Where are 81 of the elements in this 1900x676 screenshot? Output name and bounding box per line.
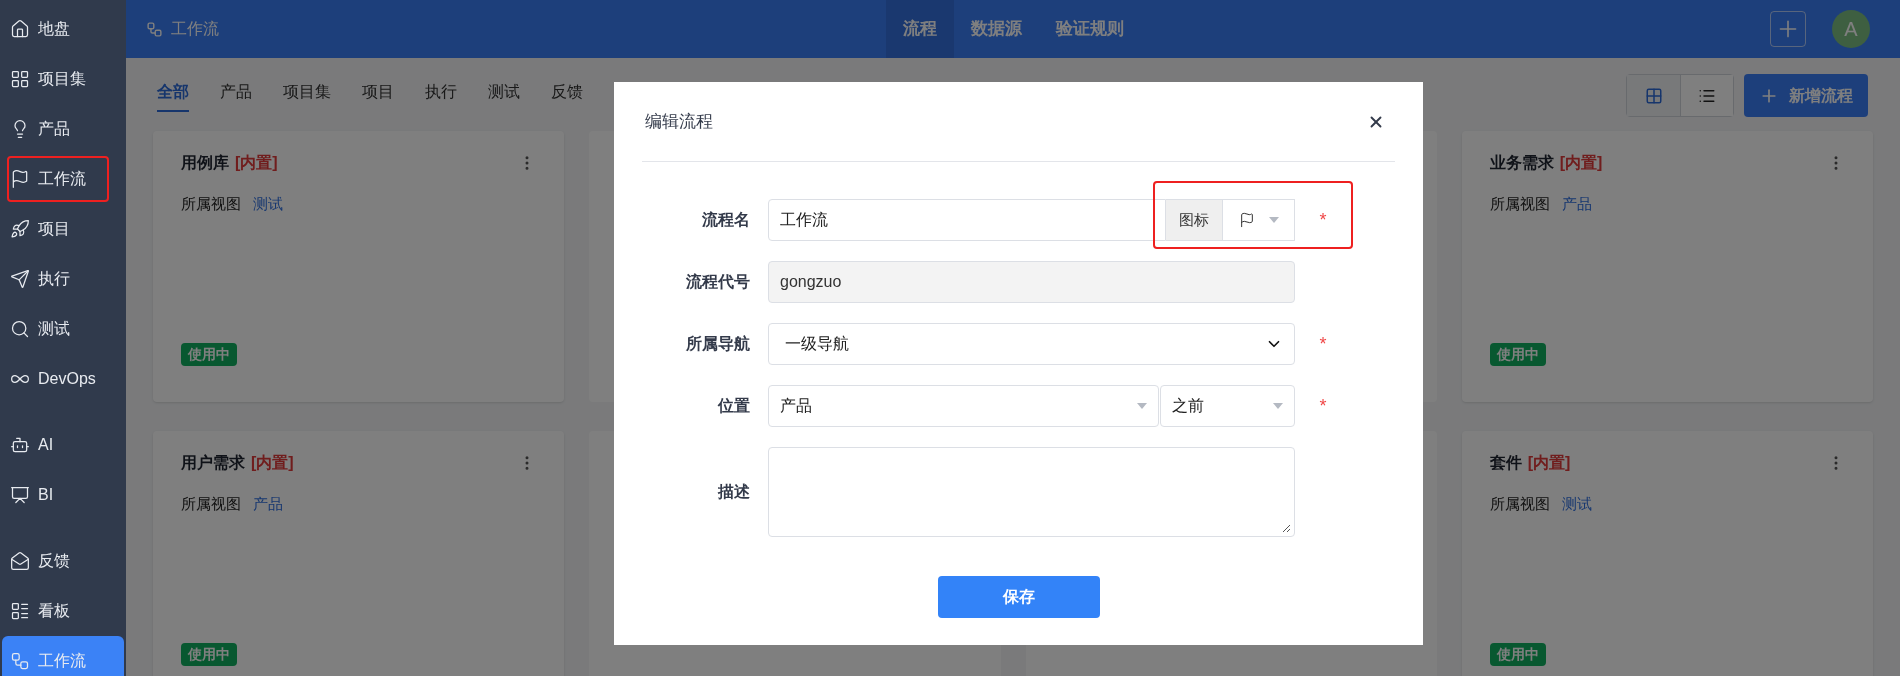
sidebar-item[interactable]: 产品 (2, 104, 124, 154)
resize-handle-icon (1282, 524, 1291, 533)
grid-icon (1644, 86, 1663, 105)
sidebar-item[interactable]: 工作流 (2, 636, 124, 676)
sidebar-item[interactable]: DevOps (2, 354, 124, 404)
view-label: 所属视图 (181, 494, 241, 514)
house-icon (10, 19, 30, 39)
filter-tab[interactable]: 测试 (488, 79, 520, 112)
order-select[interactable]: 之前 (1160, 385, 1295, 427)
presentation-icon (10, 485, 30, 505)
code-input[interactable]: gongzuo (768, 261, 1295, 303)
card-title: 套件 (1489, 453, 1522, 473)
status-badge: 使用中 (181, 643, 237, 666)
sidebar-item[interactable]: 项目集 (2, 54, 124, 104)
status-badge: 使用中 (181, 343, 237, 366)
sidebar-item[interactable]: BI (2, 470, 124, 520)
sidebar-item[interactable]: 反馈 (2, 536, 124, 586)
view-link[interactable]: 测试 (1561, 493, 1592, 516)
builtin-tag: [内置] (251, 451, 294, 475)
card-title: 业务需求 (1489, 153, 1554, 173)
view-link[interactable]: 产品 (253, 493, 283, 516)
envelope-icon (10, 551, 30, 571)
sidebar-item[interactable]: 项目 (2, 204, 124, 254)
navigation-select[interactable]: 一级导航 (768, 323, 1295, 365)
field-label: 流程名 (701, 210, 750, 230)
view-link[interactable]: 测试 (253, 193, 283, 216)
sidebar-item[interactable]: 工作流 (2, 154, 124, 204)
view-link[interactable]: 产品 (1561, 193, 1592, 216)
flag-icon (10, 169, 30, 189)
filter-tab[interactable]: 产品 (220, 79, 252, 112)
sidebar-item[interactable]: AI (2, 420, 124, 470)
icon-addon: 图标 (1166, 199, 1222, 241)
card-title: 用户需求 (181, 453, 245, 473)
sidebar-item[interactable]: 执行 (2, 254, 124, 304)
workflow-icon (146, 20, 163, 38)
description-field[interactable] (768, 447, 1295, 537)
filter-tab[interactable]: 执行 (425, 79, 457, 112)
builtin-tag: [内置] (1527, 451, 1571, 475)
search-icon (10, 319, 30, 339)
field-label: 位置 (716, 396, 750, 416)
sidebar-item[interactable]: 地盘 (2, 4, 124, 54)
view-label: 所属视图 (1489, 194, 1550, 214)
filter-tab[interactable]: 项目集 (283, 79, 331, 112)
grid-icon (10, 69, 30, 89)
filter-tab[interactable]: 项目 (362, 79, 394, 112)
status-badge: 使用中 (1489, 643, 1546, 666)
save-button[interactable]: 保存 (937, 576, 1100, 618)
required-mark: * (1319, 394, 1327, 418)
robot-icon (10, 435, 30, 455)
field-label: 描述 (716, 482, 750, 502)
caret-icon (1268, 217, 1279, 223)
nav-tab[interactable]: 验证规则 (1039, 0, 1141, 58)
required-mark: * (1319, 332, 1327, 356)
dialog-title: 编辑流程 (645, 110, 713, 133)
send-icon (10, 269, 30, 289)
builtin-tag: [内置] (1559, 151, 1603, 175)
new-flow-button[interactable]: 新增流程 (1744, 74, 1868, 117)
list-view-button[interactable] (1680, 75, 1733, 116)
view-label: 所属视图 (181, 194, 241, 214)
field-label: 流程代号 (685, 272, 750, 292)
flag-icon (1238, 212, 1255, 228)
sidebar-item[interactable]: 测试 (2, 304, 124, 354)
filter-tab[interactable]: 全部 (157, 79, 189, 112)
icon-select[interactable] (1222, 199, 1295, 241)
sidebar-item[interactable]: 看板 (2, 586, 124, 636)
name-input[interactable]: 工作流 (768, 199, 1166, 241)
add-button[interactable] (1770, 11, 1806, 47)
nav-tab[interactable]: 流程 (886, 0, 954, 58)
workflow-icon (10, 651, 30, 671)
status-badge: 使用中 (1489, 343, 1546, 366)
card-title: 用例库 (181, 153, 229, 173)
app-title: 工作流 (171, 19, 219, 39)
list-icon (10, 601, 30, 621)
field-label: 所属导航 (685, 334, 750, 354)
required-mark: * (1319, 208, 1327, 232)
position-select[interactable]: 产品 (768, 385, 1159, 427)
view-label: 所属视图 (1489, 494, 1550, 514)
rocket-icon (10, 219, 30, 239)
filter-tab[interactable]: 反馈 (551, 79, 583, 112)
builtin-tag: [内置] (235, 151, 278, 175)
nav-tab[interactable]: 数据源 (954, 0, 1039, 58)
